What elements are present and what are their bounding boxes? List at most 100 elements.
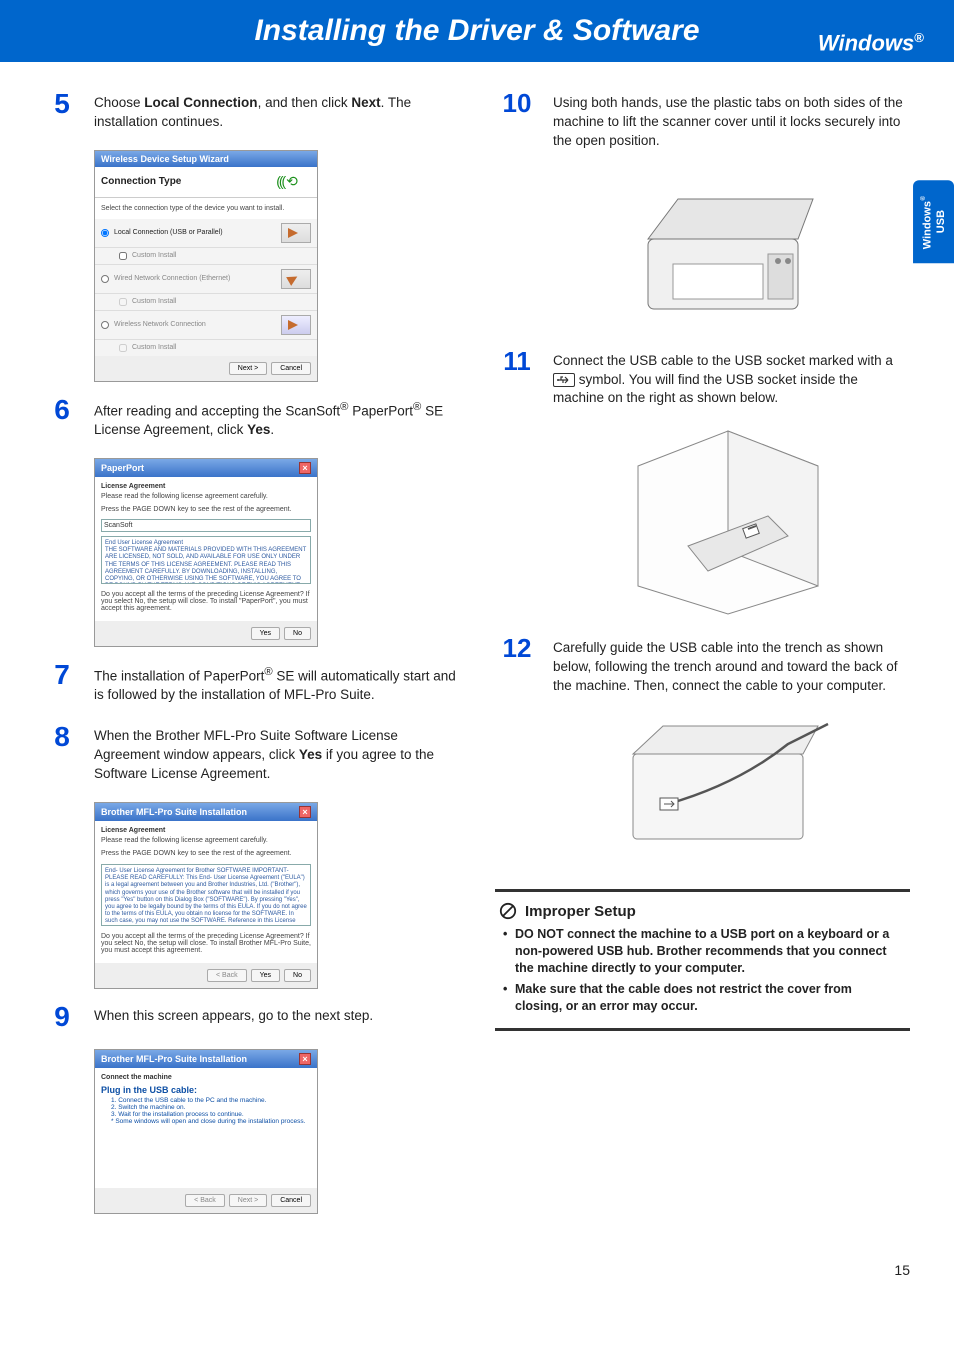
step-8-text: When the Brother MFL-Pro Suite Software … (94, 723, 459, 784)
back-button: < Back (185, 1194, 225, 1207)
wireless-custom-checkbox (119, 344, 127, 352)
banner-title: Installing the Driver & Software (40, 14, 914, 48)
left-column: 5 Choose Local Connection, and then clic… (44, 90, 459, 1228)
step-7: 7 The installation of PaperPort® SE will… (44, 661, 459, 705)
step-10-number: 10 (495, 90, 539, 116)
usb-symbol-icon (553, 373, 575, 387)
step-10-text: Using both hands, use the plastic tabs o… (553, 90, 910, 151)
dialog1-buttons: Next > Cancel (95, 356, 317, 381)
usb-socket-illustration (545, 426, 910, 621)
step-5-text: Choose Local Connection, and then click … (94, 90, 459, 132)
dialog2-instruct1: Please read the following license agreem… (101, 490, 311, 503)
step-7-number: 7 (44, 661, 80, 689)
dialog3-lic-text: End- User License Agreement for Brother … (105, 868, 307, 926)
connection-type-dialog: Wireless Device Setup Wizard Connection … (94, 150, 318, 382)
cancel-button[interactable]: Cancel (271, 1194, 311, 1207)
step-6: 6 After reading and accepting the ScanSo… (44, 396, 459, 440)
step-11-text: Connect the USB cable to the USB socket … (553, 348, 910, 409)
dialog3-confirm: Do you accept all the terms of the prece… (101, 930, 311, 957)
connection-type-heading: Connection Type (101, 176, 181, 187)
plug-heading: Plug in the USB cable: (101, 1085, 311, 1095)
close-icon[interactable]: × (299, 462, 311, 474)
dialog3-instruct2: Press the PAGE DOWN key to see the rest … (101, 847, 311, 860)
wired-custom-install: Custom Install (95, 294, 317, 311)
wifi-icon: ((( ⟲ (261, 171, 311, 193)
improper-bullet-1: DO NOT connect the machine to a USB port… (503, 926, 902, 977)
dialog2-lic-text: THE SOFTWARE AND MATERIALS PROVIDED WITH… (105, 547, 307, 584)
plug-l1: 1. Connect the USB cable to the PC and t… (111, 1097, 311, 1104)
local-custom-install[interactable]: Custom Install (95, 248, 317, 265)
dialog2-title-text: PaperPort (101, 463, 144, 473)
wired-network-option[interactable]: Wired Network Connection (Ethernet) (95, 265, 317, 294)
step-11: 11 Connect the USB cable to the USB sock… (495, 348, 910, 409)
wireless-network-option[interactable]: Wireless Network Connection (95, 311, 317, 340)
printer-open-icon (618, 169, 838, 329)
dialog4-titlebar: Brother MFL-Pro Suite Installation × (95, 1050, 317, 1068)
next-button[interactable]: Next > (229, 362, 267, 375)
dialog1-titlebar: Wireless Device Setup Wizard (95, 151, 317, 167)
close-icon[interactable]: × (299, 1053, 311, 1065)
dialog1-header: Connection Type ((( ⟲ (95, 167, 317, 198)
no-button[interactable]: No (284, 627, 311, 640)
step-10: 10 Using both hands, use the plastic tab… (495, 90, 910, 151)
cable-routing-icon (618, 714, 838, 854)
dialog3-license-box: End- User License Agreement for Brother … (101, 864, 311, 926)
local-thumb-icon (281, 223, 311, 243)
wireless-custom-install: Custom Install (95, 340, 317, 356)
dialog3-buttons: < Back Yes No (95, 963, 317, 988)
dialog4-heading: Connect the machine (101, 1074, 172, 1081)
dialog2-heading: License Agreement (101, 483, 165, 490)
local-radio[interactable] (101, 229, 109, 237)
side-tab: Windows® USB (913, 180, 954, 263)
wireless-thumb-icon (281, 315, 311, 335)
improper-bullet-2: Make sure that the cable does not restri… (503, 981, 902, 1015)
side-tab-line1: Windows® (922, 194, 934, 249)
step-8-number: 8 (44, 723, 80, 751)
wired-radio[interactable] (101, 275, 109, 283)
mfl-license-dialog: Brother MFL-Pro Suite Installation × Lic… (94, 802, 318, 989)
dialog1-title-text: Wireless Device Setup Wizard (101, 154, 229, 164)
dialog1-instruct: Select the connection type of the device… (101, 202, 311, 215)
no-button[interactable]: No (284, 969, 311, 982)
registered-mark: ® (914, 30, 924, 45)
paperport-license-dialog: PaperPort × License Agreement Please rea… (94, 458, 318, 647)
dialog2-brand: ScanSoft (101, 519, 311, 532)
dialog2-buttons: Yes No (95, 621, 317, 646)
dialog3-title-text: Brother MFL-Pro Suite Installation (101, 807, 247, 817)
close-icon[interactable]: × (299, 806, 311, 818)
side-tab-line2: USB (935, 194, 948, 249)
wired-custom-checkbox (119, 298, 127, 306)
local-connection-option[interactable]: Local Connection (USB or Parallel) (95, 219, 317, 248)
yes-button[interactable]: Yes (251, 627, 280, 640)
step-9-number: 9 (44, 1003, 80, 1031)
banner-title-text: Installing the Driver & Software (254, 14, 699, 47)
local-custom-checkbox[interactable] (119, 252, 127, 260)
cancel-button[interactable]: Cancel (271, 362, 311, 375)
banner-os-label: Windows (818, 30, 914, 55)
dialog2-lic-heading: End User License Agreement (105, 540, 307, 547)
dialog3-instruct1: Please read the following license agreem… (101, 834, 311, 847)
dialog2-titlebar: PaperPort × (95, 459, 317, 477)
wired-thumb-icon (281, 269, 311, 289)
top-banner: Installing the Driver & Software Windows… (0, 0, 954, 62)
wireless-radio[interactable] (101, 321, 109, 329)
improper-setup-box: Improper Setup DO NOT connect the machin… (495, 889, 910, 1031)
right-column: 10 Using both hands, use the plastic tab… (495, 90, 910, 1228)
step-11-number: 11 (495, 348, 539, 374)
step-8: 8 When the Brother MFL-Pro Suite Softwar… (44, 723, 459, 784)
usb-socket-icon (618, 426, 838, 616)
yes-button[interactable]: Yes (251, 969, 280, 982)
plug-l2: 2. Switch the machine on. (111, 1104, 311, 1111)
plug-l3: 3. Wait for the installation process to … (111, 1111, 311, 1118)
dialog2-license-box: End User License Agreement THE SOFTWARE … (101, 536, 311, 584)
dialog4-title-text: Brother MFL-Pro Suite Installation (101, 1054, 247, 1064)
next-button: Next > (229, 1194, 267, 1207)
step-12-number: 12 (495, 635, 539, 661)
plug-note: * Some windows will open and close durin… (111, 1118, 311, 1125)
step-5-number: 5 (44, 90, 80, 118)
cable-routing-illustration (545, 714, 910, 859)
step-12-text: Carefully guide the USB cable into the t… (553, 635, 910, 696)
step-5: 5 Choose Local Connection, and then clic… (44, 90, 459, 132)
dialog2-confirm: Do you accept all the terms of the prece… (101, 588, 311, 615)
dialog3-heading: License Agreement (101, 827, 165, 834)
